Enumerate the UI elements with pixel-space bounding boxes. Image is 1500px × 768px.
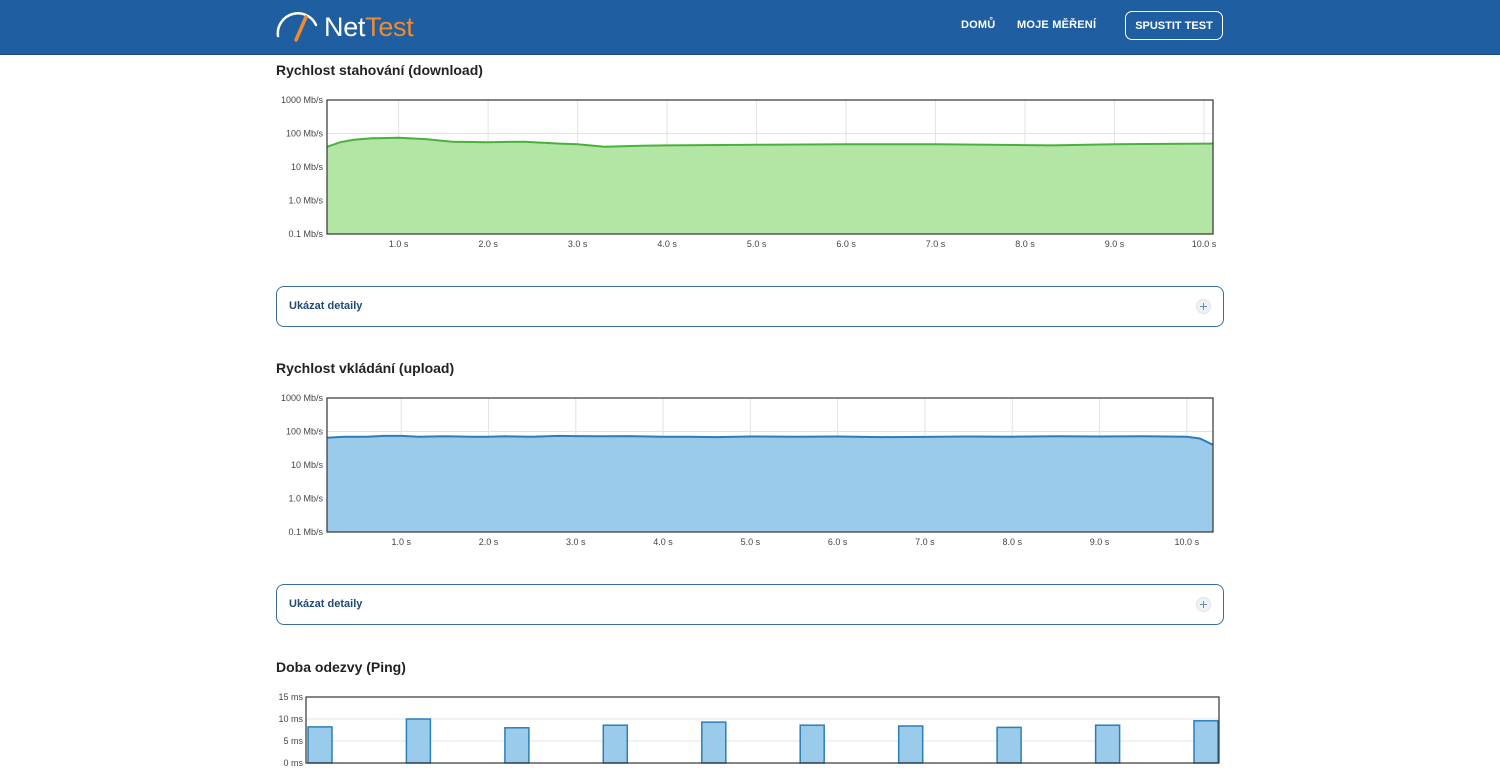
ping-bar — [996, 726, 1022, 764]
x-tick-label: 5.0 s — [741, 537, 761, 547]
y-tick-label: 1.0 Mb/s — [288, 494, 323, 504]
download-section-title: Rychlost stahování (download) — [276, 62, 483, 78]
nettest-logo[interactable]: NetTest — [276, 10, 414, 44]
ping-chart: 0 ms 5 ms 10 ms 15 ms — [278, 692, 1220, 768]
download-details-toggle[interactable]: Ukázat detaily — [276, 286, 1224, 327]
x-tick-label: 5.0 s — [747, 239, 767, 249]
speedometer-icon — [276, 12, 318, 42]
x-tick-label: 2.0 s — [479, 537, 499, 547]
logo-test-text: Test — [365, 11, 414, 42]
x-tick-label: 4.0 s — [657, 239, 677, 249]
x-tick-label: 4.0 s — [653, 537, 673, 547]
x-tick-label: 1.0 s — [389, 239, 409, 249]
ping-bar — [799, 724, 825, 764]
ping-section-title: Doba odezvy (Ping) — [276, 659, 406, 675]
ping-bar — [307, 726, 333, 764]
plus-icon — [1196, 299, 1211, 314]
x-tick-label: 8.0 s — [1002, 537, 1022, 547]
x-tick-label: 9.0 s — [1090, 537, 1110, 547]
ping-bar — [897, 725, 924, 764]
ping-bar — [504, 727, 530, 764]
x-tick-label: 10.0 s — [1175, 537, 1200, 547]
x-tick-label: 1.0 s — [391, 537, 411, 547]
ping-bar — [602, 724, 629, 764]
y-tick-label: 100 Mb/s — [286, 427, 324, 437]
ping-bar — [1193, 720, 1219, 764]
x-tick-label: 7.0 s — [926, 239, 946, 249]
x-tick-label: 9.0 s — [1105, 239, 1125, 249]
download-chart: 0.1 Mb/s 1.0 Mb/s 10 Mb/s 100 Mb/s 1000 Mb/s… — [281, 95, 1217, 249]
y-tick-label: 0.1 Mb/s — [288, 527, 323, 537]
y-tick-label: 10 Mb/s — [291, 162, 324, 172]
top-navbar: NetTest DOMŮ MOJE MĚŘENÍ SPUSTIT TEST — [0, 0, 1500, 55]
y-tick-label: 0.1 Mb/s — [288, 229, 323, 239]
details-label: Ukázat detaily — [289, 598, 363, 610]
y-tick-label: 5 ms — [283, 736, 303, 746]
logo-net-text: Net — [324, 11, 366, 42]
x-tick-label: 7.0 s — [915, 537, 935, 547]
nav-my-measurements-link[interactable]: MOJE MĚŘENÍ — [1017, 19, 1096, 31]
y-tick-label: 100 Mb/s — [286, 129, 324, 139]
y-tick-label: 0 ms — [283, 758, 303, 768]
upload-section-title: Rychlost vkládání (upload) — [276, 360, 455, 376]
y-tick-label: 1000 Mb/s — [281, 95, 324, 105]
ping-bar — [405, 718, 432, 764]
x-tick-label: 8.0 s — [1015, 239, 1035, 249]
ping-bar — [701, 721, 727, 764]
details-label: Ukázat detaily — [289, 300, 363, 312]
run-test-button[interactable]: SPUSTIT TEST — [1125, 11, 1223, 40]
y-tick-label: 10 Mb/s — [291, 460, 324, 470]
x-tick-label: 3.0 s — [568, 239, 588, 249]
upload-details-toggle[interactable]: Ukázat detaily — [276, 584, 1224, 625]
y-tick-label: 10 ms — [278, 714, 303, 724]
nav-home-link[interactable]: DOMŮ — [961, 19, 995, 31]
x-tick-label: 2.0 s — [478, 239, 498, 249]
plus-icon — [1196, 597, 1211, 612]
x-tick-label: 3.0 s — [566, 537, 586, 547]
x-tick-label: 6.0 s — [828, 537, 848, 547]
x-tick-label: 10.0 s — [1192, 239, 1217, 249]
y-tick-label: 15 ms — [278, 692, 303, 702]
series-area — [327, 435, 1213, 532]
x-tick-label: 6.0 s — [836, 239, 856, 249]
upload-chart: 0.1 Mb/s 1.0 Mb/s 10 Mb/s 100 Mb/s 1000 Mb/s… — [281, 393, 1214, 547]
y-tick-label: 1000 Mb/s — [281, 393, 324, 403]
y-tick-label: 1.0 Mb/s — [288, 196, 323, 206]
plot-frame — [305, 696, 1220, 764]
series-area — [327, 137, 1213, 234]
ping-bar — [1094, 724, 1121, 764]
